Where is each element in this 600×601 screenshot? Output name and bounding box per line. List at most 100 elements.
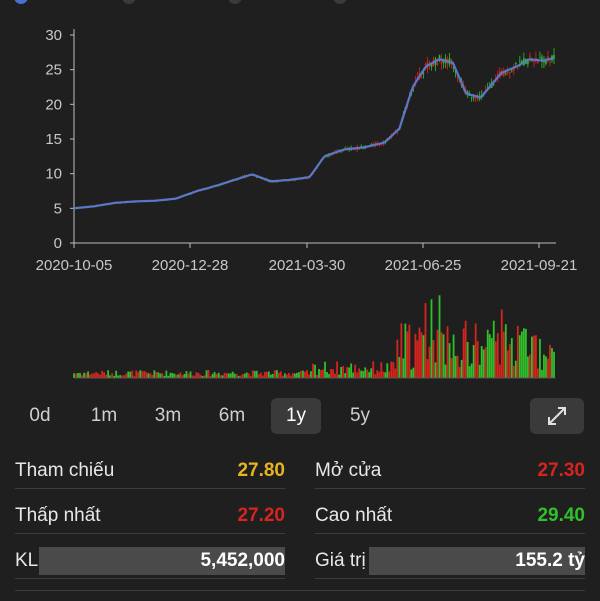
volume-bar [227,373,230,378]
volume-bar [424,303,427,378]
volume-bar [508,344,511,378]
volume-bar [382,371,385,378]
volume-bar [500,309,503,378]
volume-bar [510,338,513,378]
volume-bar [285,374,288,378]
volume-bar [173,373,176,378]
volume-bar [438,295,441,378]
volume-bar [392,362,395,378]
volume-bar [306,370,308,378]
volume-bar [304,371,306,378]
volume-bar [516,326,519,378]
volume-bar [330,368,332,378]
volume-bar [320,370,322,378]
candle-body [472,97,475,99]
volume-bar [165,370,168,378]
volume-bar [352,372,355,378]
volume-bar [346,367,349,378]
volume-bar [484,347,487,378]
volume-bar [446,326,449,378]
volume-bar [255,370,258,378]
volume-bar [512,365,515,378]
volume-bar [496,333,499,378]
volume-bar [414,333,417,378]
candle-body [511,70,513,72]
volume-bar [213,371,216,378]
volume-bar [354,364,357,378]
volume-bar [318,368,320,378]
stat-label: KL [15,550,39,571]
range-1y[interactable]: 1y [271,398,321,434]
candle-body [470,97,473,98]
volume-bar [205,370,208,378]
volume-bar [107,370,110,378]
volume-bar [292,372,294,378]
volume-bar [488,334,491,378]
volume-bar [195,372,198,378]
volume-bar [362,371,365,378]
x-axis: 2020-10-05 2020-12-28 2021-03-30 2021-06-25… [36,242,578,274]
volume-bar [131,370,134,378]
x-tick-label: 2021-03-30 [269,257,346,274]
volume-bar [524,328,527,378]
volume-bar [480,346,483,378]
volume-bar [91,373,93,378]
y-tick-label: 30 [45,27,62,44]
volume-bar [444,364,447,378]
range-5y[interactable]: 5y [335,398,385,434]
volume-bar [478,364,481,378]
volume-bar [265,371,268,378]
volume-bar [147,373,150,378]
y-tick-label: 10 [45,166,62,183]
volume-bar [127,371,130,378]
volume-bar [179,372,182,378]
volume-bar [153,370,156,378]
range-3m[interactable]: 3m [143,398,193,434]
volume-bar [129,371,132,378]
volume-bar [235,374,238,378]
volume-bar [428,346,431,378]
stat-value: 27.30 [537,460,585,481]
volume-bar [378,371,381,378]
volume-bar [549,344,551,378]
stat-value: 27.80 [237,460,285,481]
ma-polyline [73,56,555,210]
volume-bar [241,374,244,378]
stat-kl: KL 5,452,000 [15,544,285,579]
stat-tham-chieu: Tham chiếu 27.80 [15,454,285,489]
volume-bar [368,372,371,378]
volume-bar [149,373,152,378]
volume-bar [454,356,457,378]
volume-bar [448,343,451,378]
volume-bar [531,336,533,378]
volume-bar [269,374,272,378]
volume-bar [139,370,142,378]
volume-bar [215,374,218,378]
volume-bar [225,373,228,378]
volume-bar [356,372,359,378]
x-tick-label: 2020-12-28 [152,257,229,274]
range-selector: 0d 1m 3m 6m 1y 5y [0,398,600,438]
volume-bar [498,364,501,378]
volume-bar [374,374,377,378]
range-0d[interactable]: 0d [15,398,65,434]
volume-bar [97,373,99,378]
volume-bar [263,371,266,378]
volume-bar [302,370,304,378]
volume-bar [466,342,469,378]
volume-bar [344,373,347,378]
volume-bar [376,370,379,378]
volume-bar [541,369,543,378]
volume-bar [404,323,407,378]
range-1m[interactable]: 1m [79,398,129,434]
volume-bar [197,373,200,378]
x-tick-label: 2021-09-21 [501,257,578,274]
volume-bar [73,373,75,378]
volume-bar [83,372,85,378]
range-6m[interactable]: 6m [207,398,257,434]
volume-bar [332,369,334,378]
expand-button[interactable] [530,398,584,434]
volume-bar [398,357,401,378]
volume-bar [494,341,497,378]
volume-bar [402,358,405,378]
